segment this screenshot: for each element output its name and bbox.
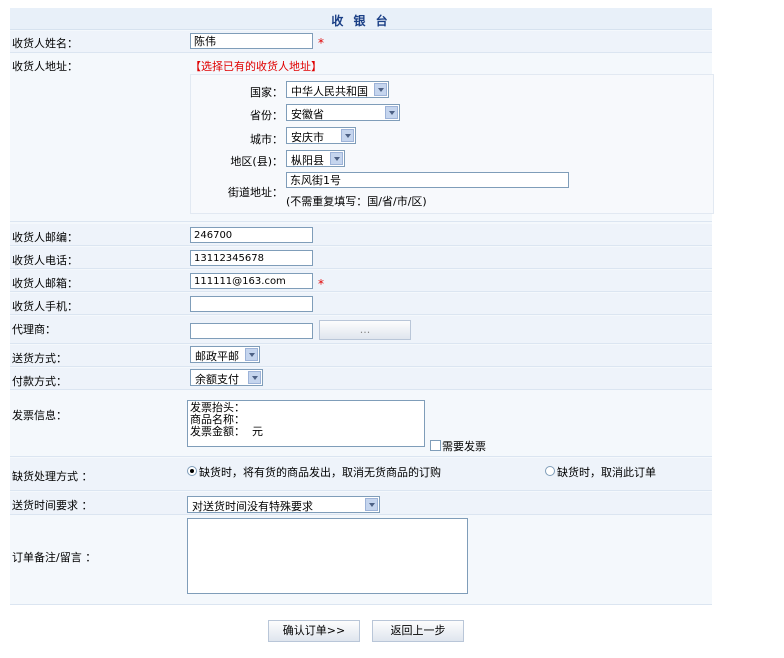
confirm-order-button[interactable]: 确认订单>> bbox=[268, 620, 360, 642]
district-label: 地区(县)： bbox=[230, 155, 283, 168]
province-label: 省份： bbox=[250, 109, 283, 122]
choose-existing-address-link[interactable]: 【选择已有的收货人地址】 bbox=[190, 58, 322, 74]
delivery-time-value: 对送货时间没有特殊要求 bbox=[192, 500, 313, 513]
consignee-name-label: 收货人姓名： bbox=[12, 37, 78, 50]
shipping-method-row bbox=[10, 345, 712, 367]
required-mark: * bbox=[318, 36, 324, 50]
delivery-time-label: 送货时间要求 ： bbox=[12, 499, 93, 512]
payment-method-select[interactable]: 余额支付 bbox=[190, 369, 263, 386]
mobile-label: 收货人手机： bbox=[12, 300, 78, 313]
stockout-option1-radio[interactable] bbox=[187, 466, 197, 476]
mobile-row bbox=[10, 293, 712, 315]
province-select[interactable]: 安徽省 bbox=[286, 104, 400, 121]
agent-label: 代理商： bbox=[12, 323, 56, 336]
chevron-down-icon bbox=[374, 83, 387, 96]
consignee-address-label: 收货人地址： bbox=[12, 60, 78, 73]
chevron-down-icon bbox=[248, 371, 261, 384]
payment-method-row bbox=[10, 368, 712, 390]
payment-method-label: 付款方式： bbox=[12, 375, 67, 388]
consignee-name-row bbox=[10, 31, 712, 53]
consignee-name-input[interactable] bbox=[190, 33, 313, 49]
shipping-method-value: 邮政平邮 bbox=[195, 350, 239, 363]
invoice-label: 发票信息： bbox=[12, 409, 67, 422]
email-row bbox=[10, 270, 712, 292]
country-select-value: 中华人民共和国 bbox=[291, 85, 368, 98]
need-invoice-checkbox[interactable] bbox=[430, 440, 441, 451]
zip-label: 收货人邮编： bbox=[12, 231, 78, 244]
zip-row bbox=[10, 224, 712, 246]
agent-browse-button[interactable]: ... bbox=[319, 320, 411, 340]
street-label: 街道地址： bbox=[228, 186, 283, 199]
zip-input[interactable] bbox=[190, 227, 313, 243]
payment-method-value: 余额支付 bbox=[195, 373, 239, 386]
shipping-method-label: 送货方式： bbox=[12, 352, 67, 365]
chevron-down-icon bbox=[245, 348, 258, 361]
agent-input[interactable] bbox=[190, 323, 313, 339]
invoice-textarea[interactable]: 发票抬头： 商品名称： 发票金额： 元 bbox=[187, 400, 425, 447]
stockout-option2-label: 缺货时，取消此订单 bbox=[557, 466, 656, 479]
phone-row bbox=[10, 247, 712, 269]
required-mark: * bbox=[318, 277, 324, 291]
city-label: 城市： bbox=[250, 133, 283, 146]
back-button[interactable]: 返回上一步 bbox=[372, 620, 464, 642]
mobile-input[interactable] bbox=[190, 296, 313, 312]
chevron-down-icon bbox=[330, 152, 343, 165]
email-label: 收货人邮箱： bbox=[12, 277, 78, 290]
delivery-time-select[interactable]: 对送货时间没有特殊要求 bbox=[187, 496, 380, 513]
country-label: 国家： bbox=[250, 86, 283, 99]
country-select[interactable]: 中华人民共和国 bbox=[286, 81, 389, 98]
stockout-option1-label: 缺货时，将有货的商品发出，取消无货商品的订购 bbox=[199, 466, 441, 479]
remark-label: 订单备注/留言 ： bbox=[12, 551, 97, 564]
stockout-option2-radio[interactable] bbox=[545, 466, 555, 476]
phone-input[interactable] bbox=[190, 250, 313, 266]
province-select-value: 安徽省 bbox=[291, 108, 324, 121]
district-select[interactable]: 枞阳县 bbox=[286, 150, 345, 167]
need-invoice-label: 需要发票 bbox=[442, 440, 486, 453]
chevron-down-icon bbox=[365, 498, 378, 511]
form-header: 收 银 台 bbox=[10, 8, 712, 30]
page-title: 收 银 台 bbox=[331, 14, 391, 28]
shipping-method-select[interactable]: 邮政平邮 bbox=[190, 346, 260, 363]
city-select[interactable]: 安庆市 bbox=[286, 127, 356, 144]
stockout-label: 缺货处理方式 ： bbox=[12, 470, 93, 483]
remark-textarea[interactable] bbox=[187, 518, 468, 594]
chevron-down-icon bbox=[341, 129, 354, 142]
chevron-down-icon bbox=[385, 106, 398, 119]
email-input[interactable] bbox=[190, 273, 313, 289]
city-select-value: 安庆市 bbox=[291, 131, 324, 144]
street-address-hint: (不需重复填写：国/省/市/区) bbox=[286, 195, 427, 208]
district-select-value: 枞阳县 bbox=[291, 154, 324, 167]
street-address-input[interactable] bbox=[286, 172, 569, 188]
phone-label: 收货人电话： bbox=[12, 254, 78, 267]
